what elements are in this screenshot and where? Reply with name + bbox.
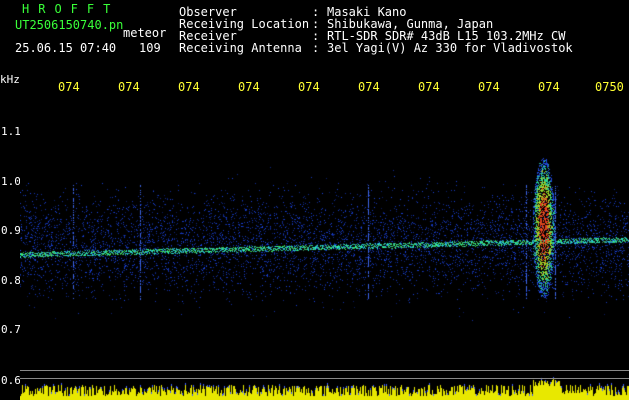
mode-label: meteor [123,26,167,40]
y-tick-label: 0.7 [1,323,21,336]
x-tick-label: 074 [58,80,80,94]
x-tick-label: 074 [178,80,200,94]
baseline-divider [20,370,629,371]
x-tick-label: 074 [358,80,380,94]
y-unit-label: kHz [0,73,20,86]
antenna-label: Receiving Antenna [179,41,302,55]
y-tick-label: 0.6 [1,374,21,387]
baseline-divider [20,378,629,379]
brand-title: HROFFT [22,2,120,16]
datetime-label: 25.06.15 07:40 [15,41,117,55]
x-tick-label: 074 [298,80,320,94]
y-tick-label: 1.1 [1,125,21,138]
filename-label: UT2506150740.pn [15,18,124,32]
y-tick-label: 0.8 [1,274,21,287]
spectrogram-window: HROFFT UT2506150740.pn meteor 25.06.15 0… [0,0,629,400]
y-tick-label: 1.0 [1,175,21,188]
x-tick-label: 074 [118,80,140,94]
antenna-colon: : [312,41,320,55]
count-label: 109 [139,41,161,55]
x-tick-label: 074 [538,80,560,94]
x-tick-label: 074 [478,80,500,94]
antenna-value: 3el Yagi(V) Az 330 for Vladivostok [327,41,573,55]
x-tick-label: 074 [238,80,260,94]
x-tick-label: 0750 [595,80,624,94]
x-tick-label: 074 [418,80,440,94]
y-tick-label: 0.9 [1,224,21,237]
spectrogram-canvas [20,100,629,400]
